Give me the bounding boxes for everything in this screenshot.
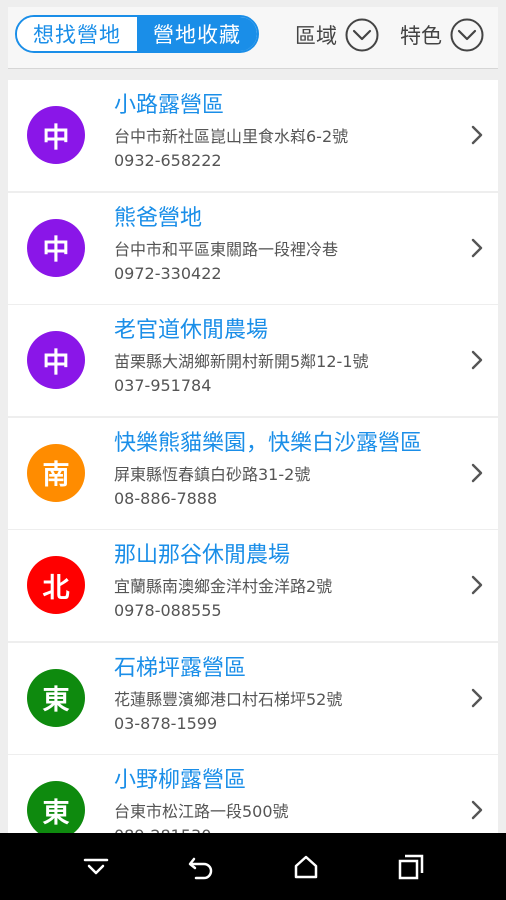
region-filter-label: 區域 bbox=[295, 24, 337, 48]
campsite-address: 台中市和平區東關路一段裡冷巷 bbox=[114, 239, 339, 259]
feature-filter-button[interactable]: 特色 bbox=[400, 17, 484, 53]
region-badge: 中 bbox=[27, 106, 85, 164]
campsite-phone: 037-951784 bbox=[114, 376, 212, 395]
campsite-phone: 03-878-1599 bbox=[114, 713, 218, 733]
home-icon[interactable] bbox=[290, 851, 322, 883]
tab-switch: 想找營地 營地收藏 bbox=[15, 15, 259, 53]
tab-favorites[interactable]: 營地收藏 bbox=[137, 17, 257, 51]
campsite-item[interactable]: 北 那山那谷休閒農場 宜蘭縣南澳鄉金洋村金洋路2號 0978-088555 bbox=[8, 530, 498, 641]
chevron-down-circle-icon bbox=[450, 18, 484, 52]
campsite-address: 台中市新社區崑山里食水嵙6-2號 bbox=[114, 127, 349, 146]
region-badge: 中 bbox=[27, 218, 85, 277]
chevron-down-circle-icon bbox=[345, 18, 379, 52]
campsite-name: 熊爸營地 bbox=[114, 205, 203, 231]
campsite-phone: 089-281530 bbox=[114, 826, 211, 833]
campsite-address: 宜蘭縣南澳鄉金洋村金洋路2號 bbox=[114, 577, 333, 596]
region-filter-button[interactable]: 區域 bbox=[295, 17, 379, 53]
campsite-item[interactable]: 中 小路露營區 台中市新社區崑山里食水嵙6-2號 0932-658222 bbox=[8, 80, 498, 191]
app-screen: 想找營地 營地收藏 區域 特色 中 小路露營區 台中市新社區崑山里食水嵙6-2號… bbox=[0, 0, 506, 900]
campsite-name: 老官道休閒農場 bbox=[114, 318, 269, 343]
tab-find-campsite[interactable]: 想找營地 bbox=[17, 17, 137, 51]
feature-filter-label: 特色 bbox=[400, 24, 442, 48]
chevron-right-icon bbox=[471, 575, 483, 595]
chevron-right-icon bbox=[471, 800, 483, 820]
chevron-right-icon bbox=[471, 350, 483, 370]
campsite-item[interactable]: 東 石梯坪露營區 花蓮縣豐濱鄉港口村石梯坪52號 03-878-1599 bbox=[8, 642, 498, 754]
campsite-name: 快樂熊貓樂園，快樂白沙露營區 bbox=[114, 430, 423, 456]
campsite-address: 苗栗縣大湖鄉新開村新開5鄰12-1號 bbox=[114, 352, 369, 371]
campsite-item[interactable]: 中 老官道休閒農場 苗栗縣大湖鄉新開村新開5鄰12-1號 037-951784 bbox=[8, 305, 498, 416]
chevron-right-icon bbox=[471, 463, 483, 482]
region-badge: 中 bbox=[27, 331, 85, 389]
campsite-address: 花蓮縣豐濱鄉港口村石梯坪52號 bbox=[114, 689, 343, 709]
campsite-address: 台東市松江路一段500號 bbox=[114, 802, 289, 821]
campsite-phone: 0932-658222 bbox=[114, 151, 222, 170]
campsite-name: 那山那谷休閒農場 bbox=[114, 543, 291, 568]
campsite-phone: 0972-330422 bbox=[114, 263, 222, 283]
campsite-item[interactable]: 南 快樂熊貓樂園，快樂白沙露營區 屏東縣恆春鎮白砂路31-2號 08-886-7… bbox=[8, 417, 498, 529]
back-icon[interactable] bbox=[185, 851, 217, 883]
system-nav-bar bbox=[0, 833, 506, 900]
filter-bar: 想找營地 營地收藏 區域 特色 bbox=[8, 7, 498, 69]
campsite-list[interactable]: 中 小路露營區 台中市新社區崑山里食水嵙6-2號 0932-658222 中 熊… bbox=[8, 80, 498, 833]
region-badge: 東 bbox=[27, 668, 85, 727]
campsite-name: 小路露營區 bbox=[114, 93, 225, 118]
chevron-right-icon bbox=[471, 125, 483, 145]
chevron-right-icon bbox=[471, 238, 483, 257]
campsite-name: 小野柳露營區 bbox=[114, 768, 247, 793]
chevron-right-icon bbox=[471, 688, 483, 707]
campsite-item[interactable]: 東 小野柳露營區 台東市松江路一段500號 089-281530 bbox=[8, 755, 498, 833]
campsite-address: 屏東縣恆春鎮白砂路31-2號 bbox=[114, 464, 311, 484]
campsite-name: 石梯坪露營區 bbox=[114, 655, 247, 681]
campsite-item[interactable]: 中 熊爸營地 台中市和平區東關路一段裡冷巷 0972-330422 bbox=[8, 192, 498, 304]
campsite-phone: 08-886-7888 bbox=[114, 488, 218, 508]
overview-icon[interactable] bbox=[395, 851, 427, 883]
region-badge: 南 bbox=[27, 443, 85, 502]
recent-apps-down-icon[interactable] bbox=[80, 851, 112, 883]
region-badge: 東 bbox=[27, 781, 85, 833]
campsite-phone: 0978-088555 bbox=[114, 601, 222, 620]
region-badge: 北 bbox=[27, 556, 85, 614]
